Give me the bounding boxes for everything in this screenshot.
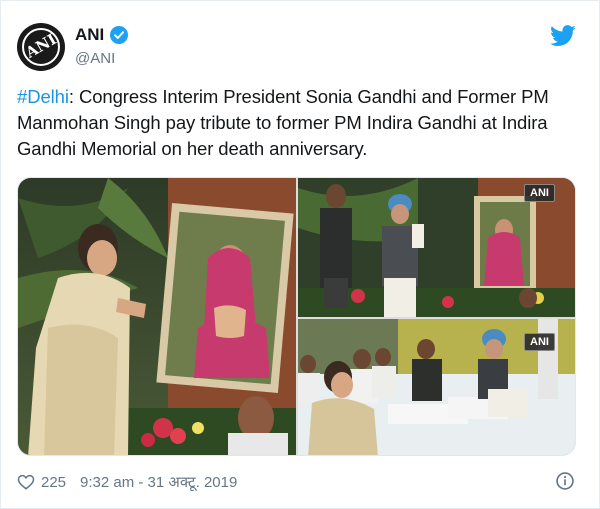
tweet-text: #Delhi: Congress Interim President Sonia…	[17, 84, 577, 162]
ani-watermark: ANI	[524, 184, 555, 202]
author-name-row: ANI	[75, 25, 129, 45]
ani-watermark: ANI	[524, 333, 555, 351]
media-grid: ANI ANI	[17, 177, 576, 456]
timestamp-link[interactable]: 9:32 am - 31 अक्टू. 2019	[80, 472, 237, 492]
photo-manmohan-singh-tribute[interactable]: ANI	[298, 178, 575, 317]
avatar[interactable]: ANI	[17, 23, 65, 71]
info-icon[interactable]	[555, 471, 575, 491]
verified-badge-icon	[110, 26, 129, 44]
twitter-bird-icon[interactable]	[550, 25, 576, 47]
tweet-card: ANI ANI @ANI #Delhi: Congress Interim Pr…	[0, 0, 600, 509]
user-handle[interactable]: @ANI	[75, 50, 115, 67]
photo-memorial-gathering[interactable]: ANI	[298, 319, 575, 455]
like-count[interactable]: 225	[41, 474, 66, 491]
tweet-body: : Congress Interim President Sonia Gandh…	[17, 86, 549, 159]
display-name[interactable]: ANI	[75, 25, 104, 45]
photo-sonia-gandhi-tribute[interactable]	[18, 178, 296, 455]
hashtag-link[interactable]: #Delhi	[17, 86, 69, 107]
tweet-footer: 225 9:32 am - 31 अक्टू. 2019	[17, 471, 577, 493]
heart-icon[interactable]	[17, 473, 35, 491]
